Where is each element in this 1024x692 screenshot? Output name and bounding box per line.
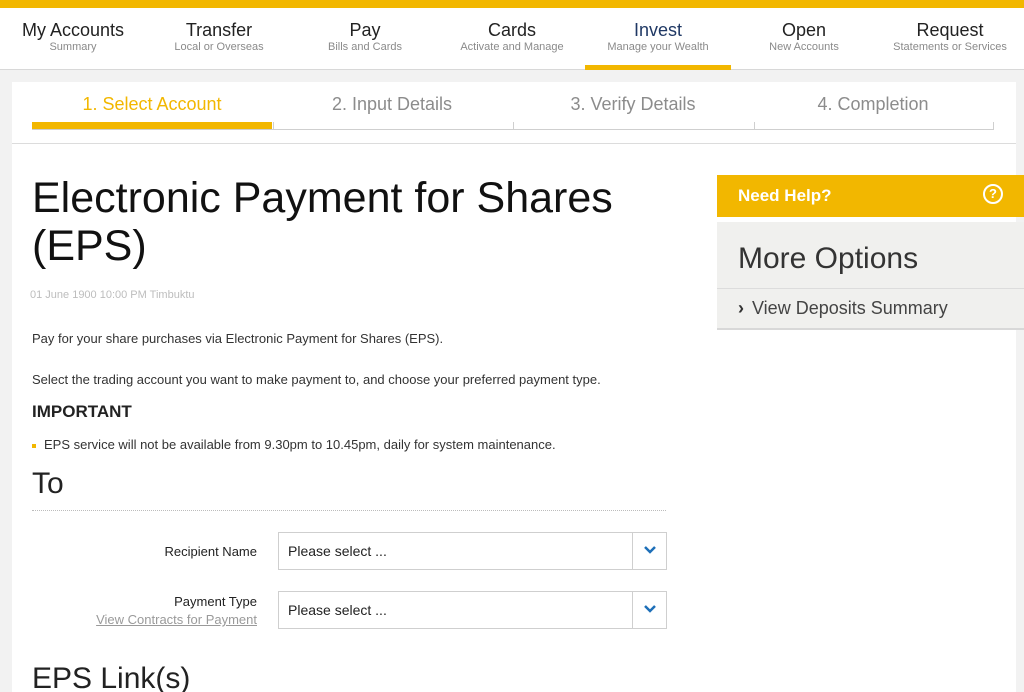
need-help-label: Need Help? bbox=[738, 186, 832, 205]
payment-type-label: Payment Type bbox=[174, 594, 257, 609]
nav-pay-title: Pay bbox=[349, 20, 381, 40]
recipient-name-value: Please select ... bbox=[288, 543, 387, 559]
important-heading: IMPORTANT bbox=[32, 402, 132, 421]
page-datetime: 01 June 1900 10:00 PM Timbuktu bbox=[30, 289, 195, 301]
progress-steps: 1. Select Account 2. Input Details 3. Ve… bbox=[32, 82, 994, 132]
nav-pay[interactable]: Pay Bills and Cards bbox=[292, 8, 438, 70]
view-deposits-summary-label: View Deposits Summary bbox=[752, 298, 948, 318]
top-accent-stripe bbox=[0, 0, 1024, 8]
bullet-icon bbox=[32, 443, 36, 448]
page-title: Electronic Payment for Shares (EPS) bbox=[32, 174, 613, 270]
step-progress-bar bbox=[32, 122, 994, 130]
step-divider bbox=[513, 122, 514, 130]
eps-links-heading: EPS Link(s) bbox=[32, 662, 191, 692]
important-note: EPS service will not be available from 9… bbox=[32, 437, 556, 452]
nav-open-title: Open bbox=[781, 20, 827, 40]
step-divider bbox=[754, 122, 755, 130]
instruction-text: Select the trading account you want to m… bbox=[32, 372, 601, 387]
chevron-down-icon[interactable] bbox=[632, 592, 666, 628]
need-help-button[interactable]: Need Help? ? bbox=[717, 175, 1024, 217]
important-note-text: EPS service will not be available from 9… bbox=[44, 437, 556, 452]
nav-cards-title: Cards bbox=[487, 20, 536, 40]
nav-open-sub: New Accounts bbox=[769, 41, 839, 53]
step-progress-fill bbox=[32, 122, 272, 129]
view-contracts-link[interactable]: View Contracts for Payment bbox=[32, 612, 257, 627]
nav-request-title: Request bbox=[916, 20, 984, 40]
payment-type-select[interactable]: Please select ... bbox=[278, 591, 667, 629]
nav-my-accounts-title: My Accounts bbox=[21, 20, 125, 40]
more-options-panel: More Options › View Deposits Summary bbox=[717, 222, 1024, 330]
nav-my-accounts-sub: Summary bbox=[49, 41, 97, 53]
section-divider bbox=[32, 510, 666, 511]
question-icon: ? bbox=[983, 184, 1003, 204]
chevron-right-icon: › bbox=[738, 298, 744, 318]
payment-type-value: Please select ... bbox=[288, 602, 387, 618]
step-divider bbox=[273, 122, 274, 130]
intro-text: Pay for your share purchases via Electro… bbox=[32, 331, 444, 346]
nav-cards-sub: Activate and Manage bbox=[460, 41, 564, 53]
recipient-name-select[interactable]: Please select ... bbox=[278, 532, 667, 570]
nav-open[interactable]: Open New Accounts bbox=[731, 8, 877, 70]
panel-bottom-border bbox=[717, 328, 1024, 330]
nav-invest-sub: Manage your Wealth bbox=[607, 41, 709, 53]
panel-divider bbox=[717, 288, 1024, 289]
nav-transfer-sub: Local or Overseas bbox=[174, 41, 264, 53]
nav-invest-title: Invest bbox=[633, 20, 683, 40]
nav-transfer-title: Transfer bbox=[185, 20, 253, 40]
nav-transfer[interactable]: Transfer Local or Overseas bbox=[146, 8, 292, 70]
nav-pay-sub: Bills and Cards bbox=[328, 41, 402, 53]
nav-request-sub: Statements or Services bbox=[893, 41, 1007, 53]
recipient-name-label: Recipient Name bbox=[164, 544, 258, 559]
main-nav: My Accounts Summary Transfer Local or Ov… bbox=[0, 8, 1024, 70]
content-card: 1. Select Account 2. Input Details 3. Ve… bbox=[12, 82, 1024, 692]
nav-request[interactable]: Request Statements or Services bbox=[877, 8, 1023, 70]
to-section-heading: To bbox=[32, 467, 64, 500]
more-options-title: More Options bbox=[738, 242, 919, 275]
view-deposits-summary-link[interactable]: › View Deposits Summary bbox=[738, 298, 948, 319]
chevron-down-icon[interactable] bbox=[632, 533, 666, 569]
nav-my-accounts[interactable]: My Accounts Summary bbox=[0, 8, 146, 70]
nav-invest[interactable]: Invest Manage your Wealth bbox=[585, 8, 731, 70]
nav-cards[interactable]: Cards Activate and Manage bbox=[439, 8, 585, 70]
header-separator bbox=[12, 143, 1016, 144]
